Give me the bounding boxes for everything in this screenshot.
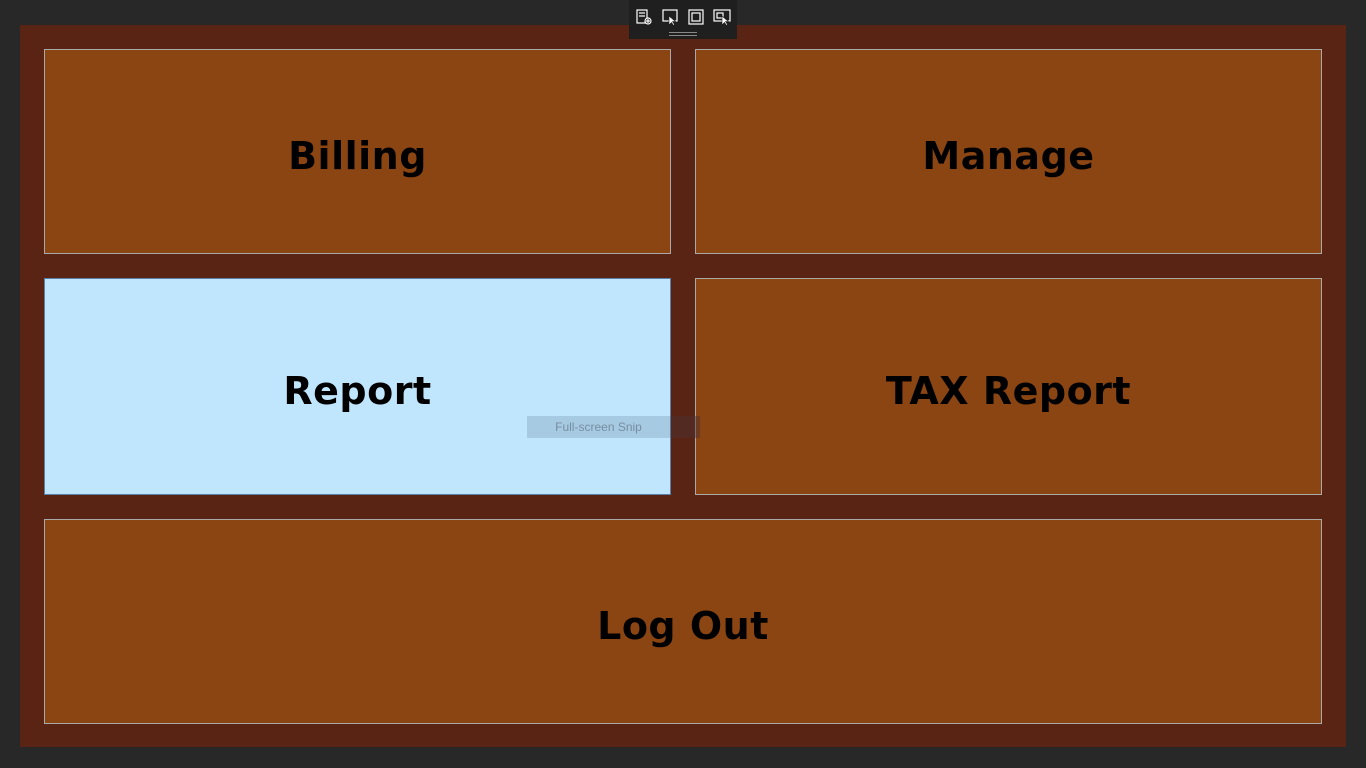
snip-toolbar — [629, 0, 737, 39]
tax-report-label: TAX Report — [885, 368, 1132, 413]
tax-report-button[interactable]: TAX Report — [695, 278, 1322, 495]
manage-button[interactable]: Manage — [695, 49, 1322, 254]
fullscreen-snip-icon[interactable] — [712, 7, 732, 27]
billing-label: Billing — [288, 133, 427, 178]
manage-label: Manage — [922, 133, 1095, 178]
window-snip-icon[interactable] — [686, 7, 706, 27]
report-button[interactable]: Report — [44, 278, 671, 495]
rectangular-snip-icon[interactable] — [634, 7, 654, 27]
main-menu-window: Billing Manage Report TAX Report Log Out — [20, 25, 1346, 747]
logout-button[interactable]: Log Out — [44, 519, 1322, 724]
billing-button[interactable]: Billing — [44, 49, 671, 254]
report-label: Report — [283, 368, 432, 413]
logout-label: Log Out — [597, 603, 769, 648]
toolbar-drag-handle[interactable] — [669, 32, 697, 36]
freeform-snip-icon[interactable] — [660, 7, 680, 27]
